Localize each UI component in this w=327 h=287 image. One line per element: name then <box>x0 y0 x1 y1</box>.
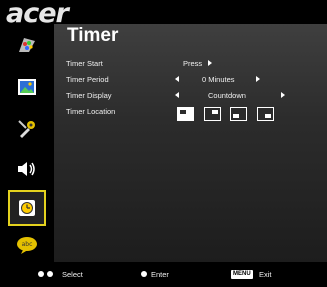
location-top-left-option[interactable] <box>177 107 194 121</box>
timer-display-label: Timer Display <box>66 91 112 100</box>
timer-display-value[interactable]: Countdown <box>208 91 246 100</box>
location-bottom-left-option[interactable] <box>230 107 247 121</box>
select-up-icon <box>38 271 44 277</box>
timer-start-value[interactable]: Press <box>183 59 202 68</box>
menu-title: Timer <box>67 25 119 46</box>
timer-icon[interactable] <box>8 190 46 226</box>
right-arrow-icon[interactable] <box>256 76 260 82</box>
svg-text:abc: abc <box>22 241 33 248</box>
audio-icon[interactable] <box>10 156 44 182</box>
footer-bar: Select Enter MENU Exit <box>0 262 327 287</box>
sidebar: abc <box>0 24 54 262</box>
select-down-icon <box>47 271 53 277</box>
timer-period-label: Timer Period <box>66 75 109 84</box>
timer-location-label: Timer Location <box>66 107 116 116</box>
footer-exit-label: Exit <box>259 270 272 279</box>
left-arrow-icon[interactable] <box>175 92 179 98</box>
timer-start-label: Timer Start <box>66 59 103 68</box>
timer-period-value[interactable]: 0 Minutes <box>202 75 235 84</box>
timer-panel: Timer Timer Start Press Timer Period 0 M… <box>54 24 327 262</box>
image-icon[interactable] <box>10 74 44 100</box>
color-icon[interactable] <box>10 32 44 58</box>
enter-icon <box>141 271 147 277</box>
settings-icon[interactable] <box>10 116 44 142</box>
location-bottom-right-option[interactable] <box>257 107 274 121</box>
menu-key-icon: MENU <box>231 270 253 279</box>
right-arrow-icon[interactable] <box>208 60 212 66</box>
footer-enter-label: Enter <box>151 270 169 279</box>
footer-select-label: Select <box>62 270 83 279</box>
right-arrow-icon[interactable] <box>281 92 285 98</box>
language-icon[interactable]: abc <box>10 232 44 258</box>
left-arrow-icon[interactable] <box>175 76 179 82</box>
location-top-right-option[interactable] <box>204 107 221 121</box>
